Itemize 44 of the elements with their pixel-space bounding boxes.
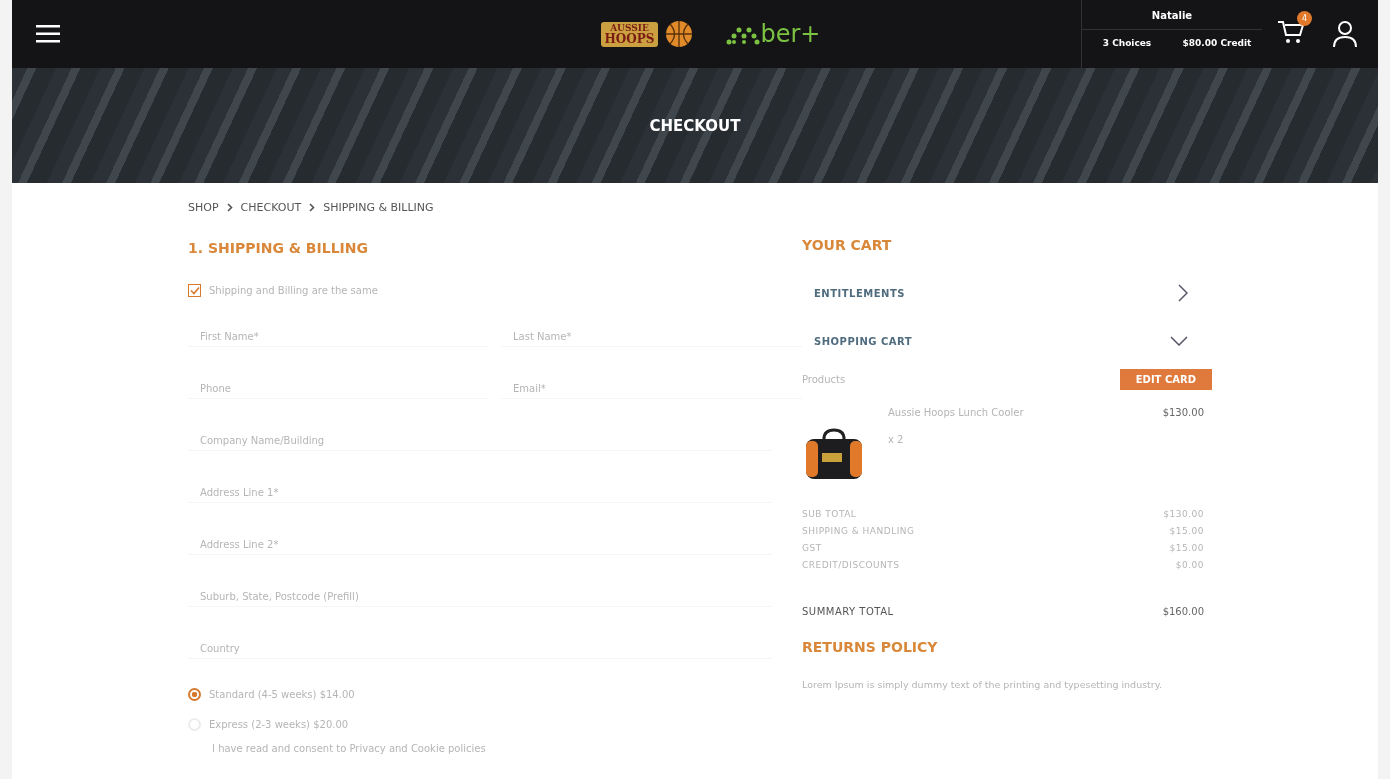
- breadcrumb-link[interactable]: SHOP: [188, 201, 219, 214]
- checkbox[interactable]: [188, 284, 201, 297]
- consent-text: I have read and consent to Privacy and Cookie policies: [211, 743, 487, 754]
- policy-text: Lorem Ipsum is simply dummy text of the printing and typesetting industry.: [802, 679, 1164, 690]
- credit-amount: $80.00 Credit: [1181, 37, 1253, 48]
- summary-value: $160.00: [1162, 606, 1205, 617]
- section-heading: RETURNS POLICY: [802, 639, 939, 655]
- section-heading: YOUR CART: [802, 237, 893, 253]
- product-name: Aussie Hoops Lunch Cooler: [888, 407, 1025, 418]
- chevron-right-icon: [1178, 284, 1188, 302]
- accordion-item[interactable]: SHOPPING CART: [802, 317, 1212, 365]
- total-label: GST: [802, 543, 822, 553]
- breadcrumb-link[interactable]: SHIPPING & BILLING: [323, 201, 434, 214]
- total-label: SHIPPING & HANDLING: [802, 526, 915, 536]
- chevron-icon: [226, 203, 233, 212]
- edit-card-button[interactable]: EDIT CARD: [1119, 368, 1212, 390]
- products-label: Products: [802, 373, 846, 385]
- product-quantity: x 2: [888, 434, 905, 445]
- brand-name: ber+: [760, 22, 821, 46]
- radio-label: Express (2-3 weeks) $20.00: [209, 718, 349, 730]
- total-label: CREDIT/DISCOUNTS: [802, 560, 900, 570]
- aussie-hoops-logo[interactable]: AUSSIE HOOPS: [600, 21, 659, 47]
- cart-count-badge: 4: [1297, 11, 1312, 26]
- chevron-down-icon: [1170, 336, 1188, 346]
- basketball-icon: [664, 19, 695, 49]
- page-title: CHECKOUT: [649, 116, 741, 135]
- user-name: Natalie: [1082, 0, 1262, 30]
- chevron-icon: [309, 203, 316, 212]
- summary-label: SUMMARY TOTAL: [802, 606, 894, 617]
- radio-label: Standard (4-5 weeks) $14.00: [209, 688, 355, 700]
- accordion-item[interactable]: ENTITLEMENTS: [802, 269, 1212, 317]
- total-value: $15.00: [1169, 543, 1204, 553]
- checkbox-label: Shipping and Billing are the same: [209, 285, 378, 296]
- breadcrumb-link[interactable]: CHECKOUT: [240, 201, 302, 214]
- section-heading: 1. SHIPPING & BILLING: [188, 240, 369, 256]
- menu-icon[interactable]: [36, 25, 60, 43]
- total-value: $130.00: [1163, 509, 1204, 519]
- product-price: $130.00: [1162, 407, 1205, 418]
- total-label: SUB TOTAL: [802, 509, 857, 519]
- total-value: $0.00: [1175, 560, 1204, 570]
- total-value: $15.00: [1169, 526, 1204, 536]
- choices-count: 3 Choices: [1101, 37, 1153, 48]
- radio-button[interactable]: [188, 687, 201, 701]
- user-icon[interactable]: [1332, 20, 1358, 48]
